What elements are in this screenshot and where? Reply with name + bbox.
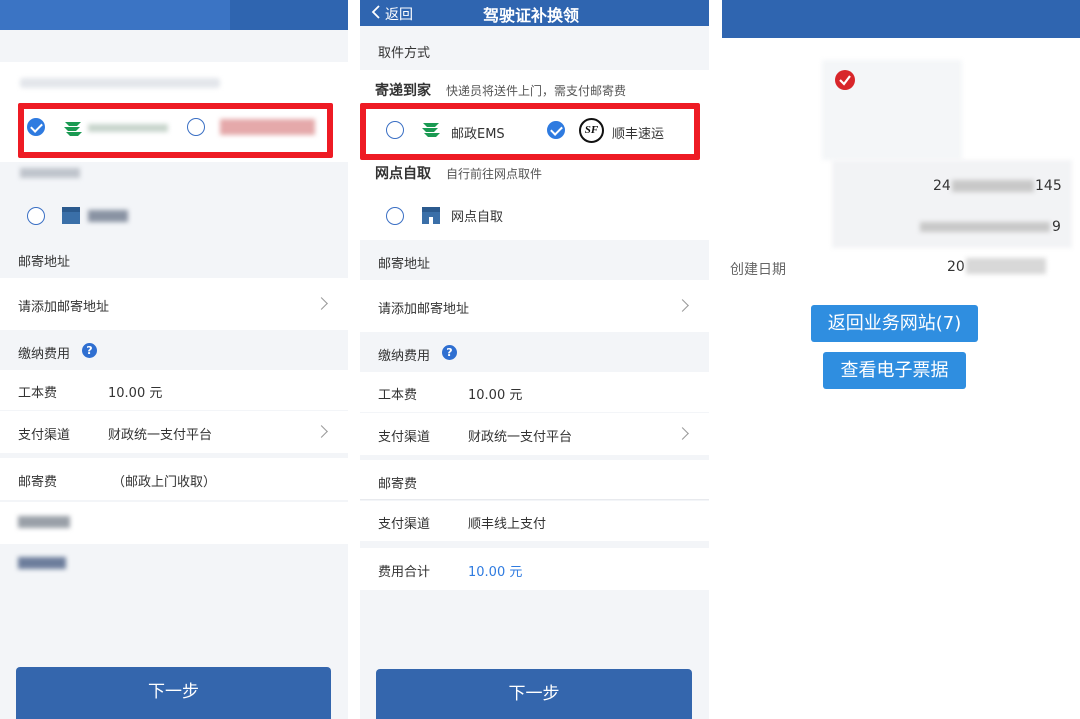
blurred-row xyxy=(0,502,348,544)
labor-fee-row: 工本费 10.00 元 xyxy=(0,370,348,410)
total-value: 10.00 元 xyxy=(468,565,523,580)
blurred-text xyxy=(18,516,70,528)
postage-value: （邮政上门收取） xyxy=(112,475,217,490)
blurred-label xyxy=(88,210,128,222)
header-bar: 返回 驾驶证补换领 xyxy=(360,0,709,26)
outlet-pickup-title: 网点自取 xyxy=(375,166,431,182)
view-receipt-button[interactable]: 查看电子票据 xyxy=(823,352,966,389)
outlet-radio[interactable] xyxy=(386,207,404,225)
pay-channel-row[interactable]: 支付渠道 财政统一支付平台 xyxy=(0,411,348,453)
outlet-option-label: 网点自取 xyxy=(451,210,504,225)
section-title: 取件方式 xyxy=(378,46,431,61)
postage-section: 邮寄费 xyxy=(360,460,709,500)
chevron-right-icon xyxy=(676,299,689,312)
header-bar xyxy=(722,0,1080,38)
partial-number-tail: 145 xyxy=(1035,178,1062,194)
pay-channel-value: 财政统一支付平台 xyxy=(108,428,213,443)
next-button[interactable]: 下一步 xyxy=(376,669,692,719)
mail-address-section: 邮寄地址 xyxy=(360,240,709,280)
page-title: 驾驶证补换领 xyxy=(483,6,580,25)
outlet-pickup-block: 网点自取 自行前往网点取件 网点自取 xyxy=(360,162,709,240)
home-delivery-desc: 快递员将送件上门，需支付邮寄费 xyxy=(446,84,627,98)
blurred-text xyxy=(20,168,80,178)
left-screen: 邮寄地址 请添加邮寄地址 缴纳费用 ? 工本费 10.00 元 支付渠道 财政统… xyxy=(0,0,348,719)
back-chevron-icon[interactable] xyxy=(370,4,382,20)
postage-channel-value: 顺丰线上支付 xyxy=(468,517,547,532)
add-address-label: 请添加邮寄地址 xyxy=(378,302,470,317)
add-address-label: 请添加邮寄地址 xyxy=(18,300,110,315)
chevron-right-icon xyxy=(315,425,328,438)
next-button[interactable]: 下一步 xyxy=(16,667,331,719)
partial-number: 24 xyxy=(933,178,951,194)
section-title: 邮寄地址 xyxy=(378,257,431,272)
outlet-icon xyxy=(60,206,82,230)
success-check-icon xyxy=(835,70,855,90)
mail-address-section: 邮寄地址 xyxy=(0,240,348,278)
pay-channel-value: 财政统一支付平台 xyxy=(468,430,573,445)
highlight-box xyxy=(18,103,333,158)
total-label: 费用合计 xyxy=(378,565,431,580)
created-date-label: 创建日期 xyxy=(730,262,786,278)
section-title: 缴纳费用 xyxy=(18,347,71,362)
chevron-right-icon xyxy=(315,297,328,310)
section-title: 邮寄地址 xyxy=(18,255,71,270)
top-bar-blurred xyxy=(0,0,230,30)
created-date-value: 20 xyxy=(947,259,965,275)
blurred-text xyxy=(20,78,220,88)
return-business-button[interactable]: 返回业务网站(7) xyxy=(811,305,978,342)
postage-label: 邮寄费 xyxy=(18,475,58,490)
labor-fee-value: 10.00 元 xyxy=(108,386,163,401)
labor-fee-label: 工本费 xyxy=(378,388,418,403)
section-title: 邮寄费 xyxy=(378,477,418,492)
fee-section: 缴纳费用 ? xyxy=(360,332,709,372)
blurred-date xyxy=(966,258,1046,274)
pay-channel-label: 支付渠道 xyxy=(378,430,431,445)
outlet-section xyxy=(0,162,348,240)
outlet-icon xyxy=(420,206,442,230)
back-link[interactable]: 返回 xyxy=(385,4,413,24)
pay-channel-label: 支付渠道 xyxy=(18,428,71,443)
section-title: 缴纳费用 xyxy=(378,349,431,364)
add-address-row[interactable]: 请添加邮寄地址 xyxy=(360,280,709,332)
highlight-box xyxy=(360,103,700,160)
total-row: 费用合计 10.00 元 xyxy=(360,548,709,590)
home-delivery-title: 寄递到家 xyxy=(375,83,431,99)
add-address-row[interactable]: 请添加邮寄地址 xyxy=(0,278,348,330)
fee-section: 缴纳费用 ? xyxy=(0,330,348,370)
blurred-area xyxy=(832,160,1072,248)
help-icon[interactable]: ? xyxy=(442,345,457,360)
labor-fee-label: 工本费 xyxy=(18,386,58,401)
help-icon[interactable]: ? xyxy=(82,343,97,358)
postage-channel-row: 支付渠道 顺丰线上支付 xyxy=(360,501,709,541)
labor-fee-value: 10.00 元 xyxy=(468,388,523,403)
blurred-number xyxy=(952,180,1034,192)
postage-channel-label: 支付渠道 xyxy=(378,517,431,532)
pay-channel-row[interactable]: 支付渠道 财政统一支付平台 xyxy=(360,413,709,455)
postage-row: 邮寄费 （邮政上门收取） xyxy=(0,458,348,500)
middle-screen: 返回 驾驶证补换领 取件方式 寄递到家 快递员将送件上门，需支付邮寄费 邮政EM… xyxy=(360,0,709,719)
outlet-radio[interactable] xyxy=(27,207,45,225)
chevron-right-icon xyxy=(676,427,689,440)
outlet-pickup-desc: 自行前往网点取件 xyxy=(446,167,543,181)
blurred-number xyxy=(920,222,1050,232)
blurred-text xyxy=(18,557,66,569)
pickup-method-section: 取件方式 xyxy=(360,26,709,70)
partial-number-tail: 9 xyxy=(1052,219,1061,235)
right-screen: 24 145 9 创建日期 20 返回业务网站(7) 查看电子票据 xyxy=(722,0,1080,719)
labor-fee-row: 工本费 10.00 元 xyxy=(360,372,709,412)
